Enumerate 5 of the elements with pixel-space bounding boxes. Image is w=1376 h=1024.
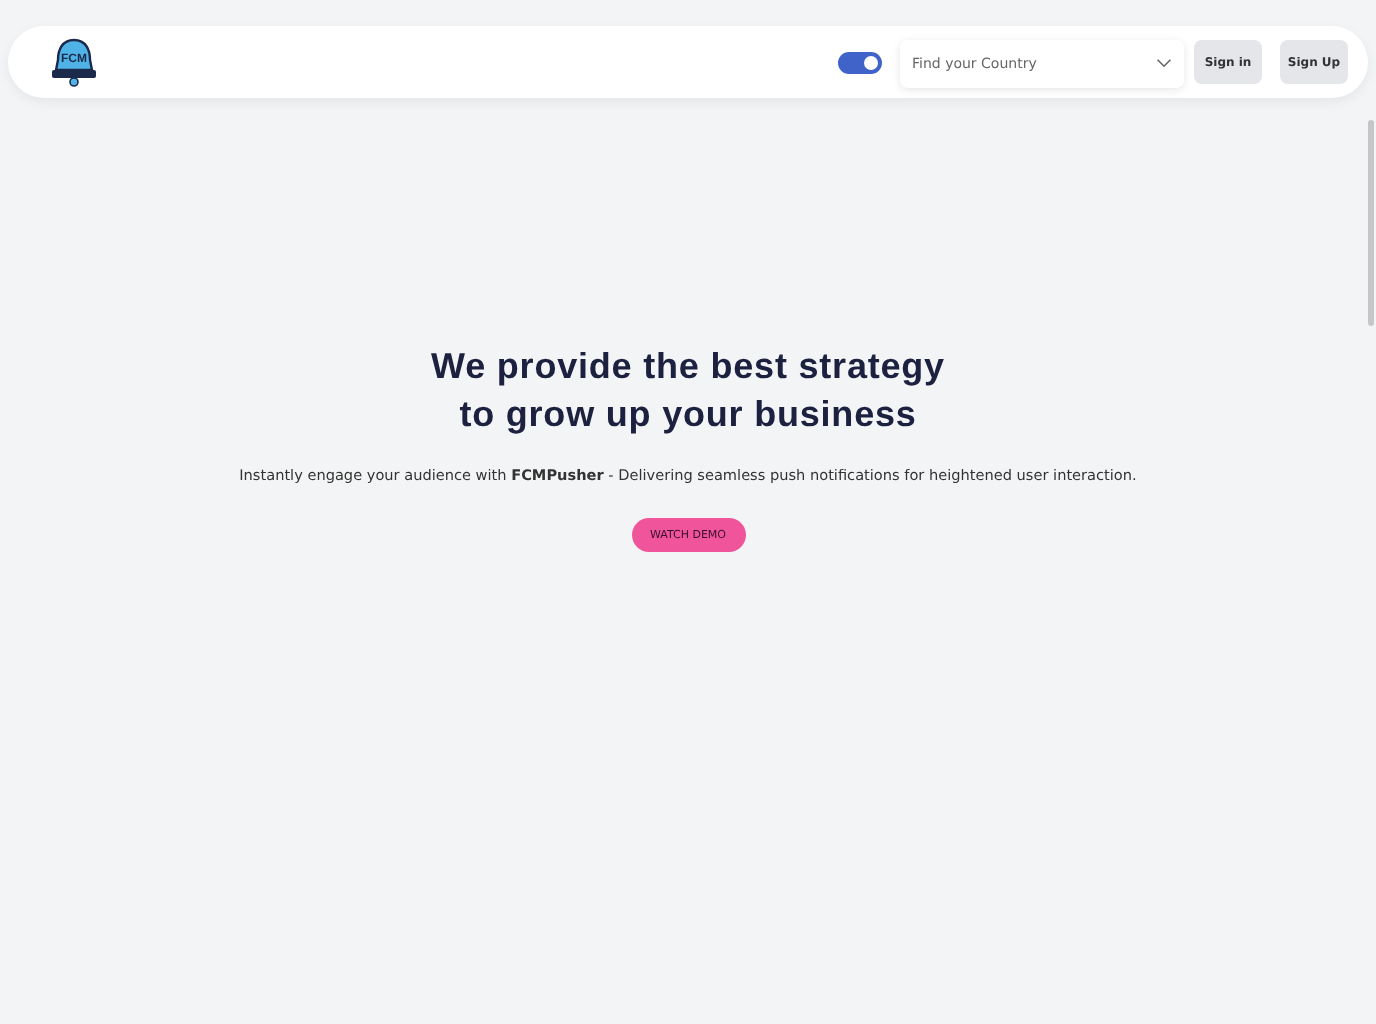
hero-title-line: We provide the best strategy — [431, 344, 945, 390]
chevron-down-icon — [1156, 58, 1172, 68]
hero-title-line: to grow up your business — [457, 392, 919, 438]
toggle-switch[interactable] — [838, 51, 882, 73]
scrollbar[interactable] — [1368, 120, 1374, 326]
